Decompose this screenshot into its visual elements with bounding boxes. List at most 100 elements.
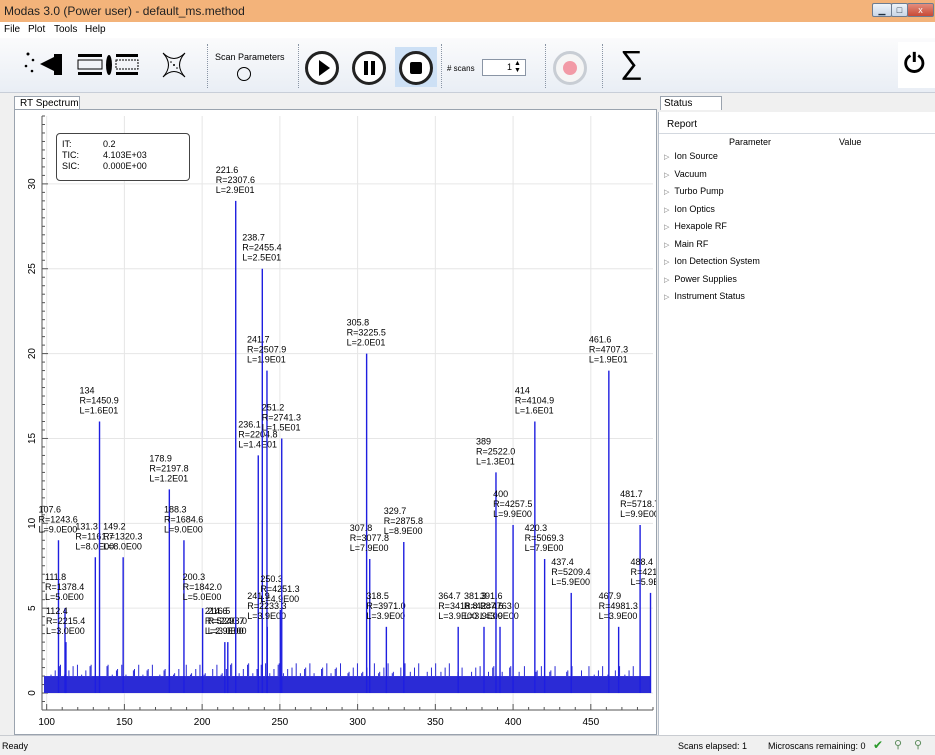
status-item[interactable]: ▷ Vacuum bbox=[664, 169, 707, 179]
menu-file[interactable]: File bbox=[4, 24, 20, 35]
column-value[interactable]: Value bbox=[839, 137, 861, 147]
y-tick-label: 0 bbox=[27, 690, 38, 696]
peak-mass: 318.5 bbox=[366, 591, 389, 601]
menu-tools[interactable]: Tools bbox=[54, 24, 77, 35]
peak-resolution: R=4104.9 bbox=[515, 395, 554, 405]
expand-arrow-icon[interactable]: ▷ bbox=[664, 207, 669, 214]
peak-label: 414 R=4104.9 L=1.6E01 bbox=[515, 385, 554, 415]
column-parameter[interactable]: Parameter bbox=[729, 137, 771, 147]
peak-resolution: R=1243.6 bbox=[38, 514, 77, 524]
peak-mass: 131.3 bbox=[75, 521, 98, 531]
pause-icon bbox=[364, 61, 375, 75]
scans-elapsed: Scans elapsed: 1 bbox=[678, 741, 748, 751]
expand-arrow-icon[interactable]: ▷ bbox=[664, 224, 669, 231]
record-button[interactable] bbox=[553, 51, 587, 85]
expand-arrow-icon[interactable]: ▷ bbox=[664, 294, 669, 301]
peak-mass: 437.4 bbox=[551, 557, 574, 567]
power-panel: ⏻ bbox=[898, 42, 935, 88]
minimize-button[interactable]: ▁ bbox=[872, 3, 892, 17]
status-item[interactable]: ▷ Hexapole RF bbox=[664, 221, 727, 231]
info-tic-label: TIC: bbox=[62, 150, 79, 160]
maximize-button[interactable]: □ bbox=[891, 3, 908, 17]
peak-resolution: R=1320.3 bbox=[103, 531, 142, 541]
scan-parameters-button[interactable] bbox=[237, 67, 251, 81]
close-button[interactable]: x bbox=[907, 3, 934, 17]
peak-mass: 488.4 bbox=[631, 557, 654, 567]
peak-mass: 236.1 bbox=[238, 419, 261, 429]
expand-arrow-icon[interactable]: ▷ bbox=[664, 189, 669, 196]
status-item-label: Ion Source bbox=[674, 151, 718, 161]
ion-trap-icon[interactable] bbox=[160, 50, 188, 80]
info-box: IT: 0.2 TIC: 4.103E+03 SIC: 0.000E+00 bbox=[56, 133, 190, 181]
status-item[interactable]: ▷ Instrument Status bbox=[664, 291, 745, 301]
play-icon bbox=[319, 60, 330, 76]
power-icon[interactable]: ⏻ bbox=[904, 48, 925, 80]
status-item-label: Ion Optics bbox=[674, 203, 715, 214]
peak-label: 221.6 R=2307.6 L=2.9E01 bbox=[216, 165, 255, 195]
report-title: Report bbox=[667, 119, 698, 130]
status-item[interactable]: ▷ Turbo Pump bbox=[664, 186, 724, 196]
info-it-value: 0.2 bbox=[103, 139, 116, 149]
peak-mass: 178.9 bbox=[149, 453, 172, 463]
peak-mass: 467.9 bbox=[599, 591, 622, 601]
peak-resolution: R=5718.7 bbox=[620, 499, 656, 509]
peak-label: 467.9 R=4981.3 L=3.9E00 bbox=[599, 591, 638, 621]
expand-arrow-icon[interactable]: ▷ bbox=[664, 154, 669, 161]
sum-icon[interactable]: ∑ bbox=[620, 44, 643, 81]
peak-level: L=7.9E00 bbox=[350, 543, 389, 553]
toolbar-separator bbox=[545, 44, 546, 88]
expand-arrow-icon[interactable]: ▷ bbox=[664, 172, 669, 179]
status-item[interactable]: ▷ Power Supplies bbox=[664, 274, 737, 284]
peak-level: L=5.9E00 bbox=[551, 577, 590, 587]
pause-button[interactable] bbox=[352, 51, 386, 85]
status-report-panel: Report Parameter Value ▷ Ion Source ▷ Vacuu… bbox=[658, 112, 935, 735]
peak-level: L=3.9E00 bbox=[599, 611, 638, 621]
status-item-label: Vacuum bbox=[674, 168, 707, 179]
peak-level: L=5.9E00 bbox=[631, 577, 656, 587]
peak-label: 488.4R=4217.8L=5.9E00 bbox=[631, 557, 656, 587]
x-tick-label: 300 bbox=[349, 717, 366, 728]
report-header: Report bbox=[659, 116, 935, 134]
y-tick-label: 5 bbox=[27, 605, 38, 611]
peak-mass: 134 bbox=[80, 385, 95, 395]
peak-level: L=3.9E00 bbox=[366, 611, 405, 621]
expand-arrow-icon[interactable]: ▷ bbox=[664, 259, 669, 266]
check-icon: ✔ bbox=[873, 738, 884, 752]
status-item[interactable]: ▷ Main RF bbox=[664, 239, 708, 249]
y-tick-label: 15 bbox=[27, 432, 38, 444]
peak-level: L=2.9E01 bbox=[216, 185, 255, 195]
peak-label: 112.4 R=2215.4 L=3.0E00 bbox=[46, 606, 85, 636]
rt-spectrum-panel: 100 150 200 250 300 350 400 450 0 5 10 15 20 25 30 107.… bbox=[14, 109, 657, 735]
stop-button[interactable] bbox=[399, 51, 433, 85]
ion-source-icon[interactable] bbox=[20, 44, 68, 86]
peak-level: L=2.5E01 bbox=[242, 253, 281, 263]
peak-level: L=1.5E01 bbox=[262, 422, 301, 432]
ion-optics-icon[interactable] bbox=[76, 50, 140, 80]
play-button[interactable] bbox=[305, 51, 339, 85]
peak-level: L=3.0E00 bbox=[46, 626, 85, 636]
menu-plot[interactable]: Plot bbox=[28, 24, 45, 35]
status-item[interactable]: ▷ Ion Optics bbox=[664, 204, 715, 214]
peak-resolution: R=2741.3 bbox=[262, 412, 301, 422]
expand-arrow-icon[interactable]: ▷ bbox=[664, 242, 669, 249]
scan-parameters-label: Scan Parameters bbox=[215, 52, 285, 62]
status-bar: Ready Scans elapsed: 1 Microscans remain… bbox=[0, 735, 935, 755]
peak-resolution: R=2215.4 bbox=[46, 616, 85, 626]
peak-resolution: R=1450.9 bbox=[80, 395, 119, 405]
peak-level: L=5.0E00 bbox=[45, 592, 84, 602]
peak-mass: 364.7 bbox=[438, 591, 461, 601]
tab-status-report[interactable]: Status Report bbox=[660, 96, 722, 122]
status-item-label: Ion Detection System bbox=[674, 256, 760, 266]
microscans-remaining: Microscans remaining: 0 bbox=[768, 741, 866, 751]
status-item[interactable]: ▷ Ion Detection System bbox=[664, 256, 760, 266]
scans-stepper-icon[interactable]: ▲ ▼ bbox=[514, 60, 521, 74]
x-tick-label: 400 bbox=[505, 717, 522, 728]
status-item-label: Hexapole RF bbox=[674, 221, 727, 231]
expand-arrow-icon[interactable]: ▷ bbox=[664, 277, 669, 284]
peak-label: 149.2 R=1320.3 L=8.0E00 bbox=[103, 521, 142, 551]
tab-rt-spectrum[interactable]: RT Spectrum bbox=[14, 96, 80, 110]
peak-label: 251.2 R=2741.3 L=1.5E01 bbox=[262, 402, 301, 432]
peak-level: L=1.3E01 bbox=[476, 456, 515, 466]
menu-help[interactable]: Help bbox=[85, 24, 106, 35]
status-item[interactable]: ▷ Ion Source bbox=[664, 151, 718, 161]
